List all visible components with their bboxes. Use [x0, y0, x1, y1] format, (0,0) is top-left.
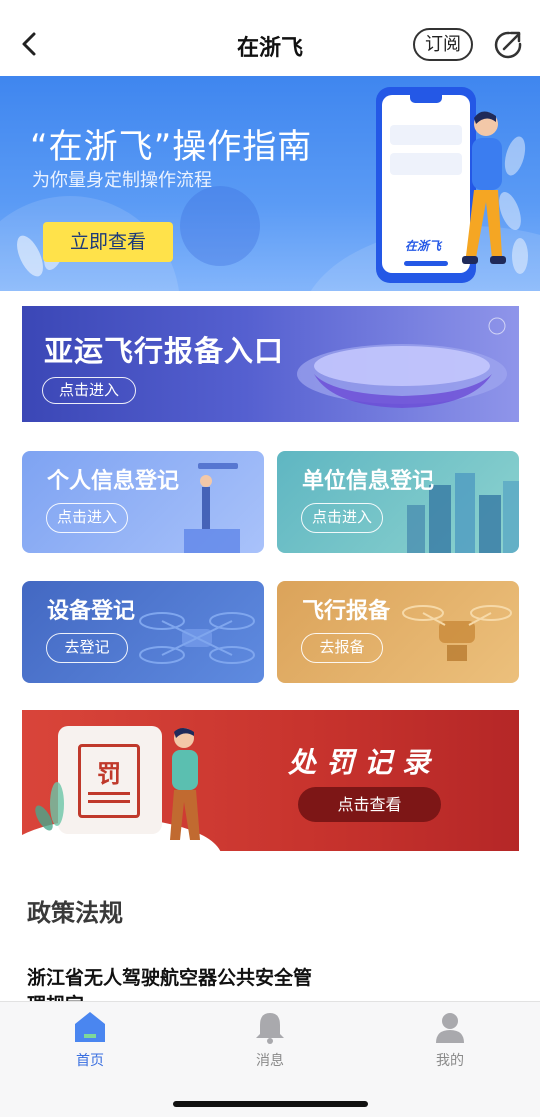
bottom-tab-bar: 首页 消息 我的 [0, 1001, 540, 1117]
tab-messages[interactable]: 消息 [220, 1010, 320, 1072]
tab-profile-label: 我的 [436, 1053, 464, 1069]
plant-decoration [35, 782, 64, 831]
organization-info-title: 单位信息登记 [302, 469, 435, 494]
person-tower-illustration [184, 463, 240, 553]
home-indicator [173, 1101, 368, 1107]
penalty-document-label: 罚 [97, 760, 121, 788]
hero-title: “在浙飞”操作指南 [30, 127, 313, 167]
share-icon[interactable] [490, 27, 526, 63]
view-now-button[interactable]: 立即查看 [43, 222, 173, 262]
tab-home[interactable]: 首页 [40, 1010, 140, 1072]
flight-report-card[interactable]: 飞行报备 去报备 [277, 581, 519, 683]
phone-brand-logo: 在浙飞 [405, 239, 442, 253]
penalty-view-button[interactable]: 点击查看 [298, 787, 441, 822]
flight-report-title: 飞行报备 [302, 599, 391, 624]
person-illustration [170, 728, 200, 840]
device-registration-title: 设备登记 [47, 599, 136, 624]
personal-info-title: 个人信息登记 [47, 469, 180, 494]
asian-games-title: 亚运飞行报备入口 [44, 334, 285, 368]
hero-subtitle: 为你量身定制操作流程 [32, 170, 212, 191]
user-icon [436, 1013, 464, 1043]
drone-icon [139, 612, 255, 664]
device-register-button[interactable]: 去登记 [46, 633, 128, 663]
asian-games-banner[interactable]: 亚运飞行报备入口 点击进入 [22, 306, 519, 422]
organization-info-card[interactable]: 单位信息登记 点击进入 [277, 451, 519, 553]
penalty-records-title: 处罚记录 [288, 746, 441, 779]
policy-section-heading: 政策法规 [27, 899, 123, 927]
guide-banner[interactable]: “在浙飞”操作指南 为你量身定制操作流程 立即查看 在浙飞 [0, 76, 540, 291]
asian-games-enter-button[interactable]: 点击进入 [42, 377, 136, 404]
flight-report-button[interactable]: 去报备 [301, 633, 383, 663]
stadium-illustration [297, 317, 507, 408]
subscribe-button[interactable]: 订阅 [413, 28, 473, 61]
home-icon [75, 1012, 105, 1042]
bell-icon [256, 1013, 284, 1044]
app-page: 在浙飞 订阅 “在浙飞”操作指南 为你量身定制操作流程 立即查看 在浙飞 亚运飞… [0, 0, 540, 1117]
tab-profile[interactable]: 我的 [400, 1010, 500, 1072]
tab-home-label: 首页 [76, 1053, 104, 1069]
penalty-records-banner[interactable]: 罚 处罚记录 点击查看 [22, 710, 519, 851]
personal-info-enter-button[interactable]: 点击进入 [46, 503, 128, 533]
person-illustration [462, 111, 506, 264]
drone-illustration [402, 605, 512, 661]
tab-messages-label: 消息 [256, 1053, 284, 1069]
device-registration-card[interactable]: 设备登记 去登记 [22, 581, 264, 683]
back-arrow-icon[interactable] [14, 26, 46, 62]
personal-info-card[interactable]: 个人信息登记 点击进入 [22, 451, 264, 553]
organization-info-enter-button[interactable]: 点击进入 [301, 503, 383, 533]
nav-header: 在浙飞 订阅 [0, 0, 540, 76]
